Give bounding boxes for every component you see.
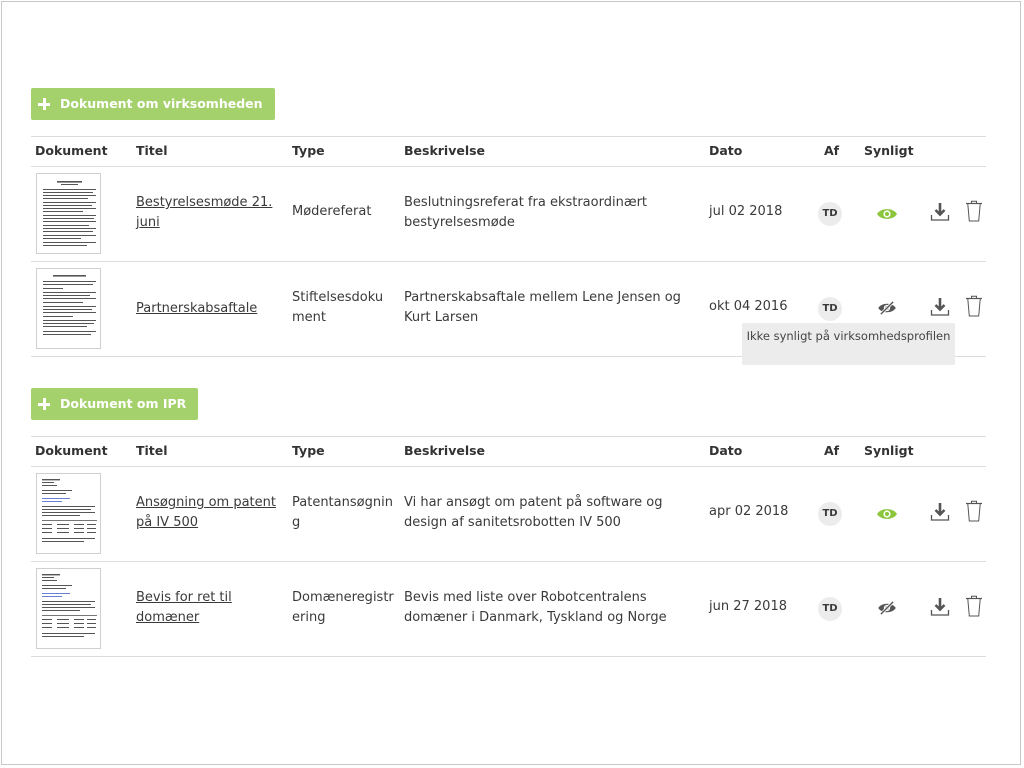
col-by: Af <box>824 143 840 158</box>
add-ipr-document-button[interactable]: Dokument om IPR <box>31 388 199 420</box>
table-header: Dokument Titel Type Beskrivelse Dato Af … <box>31 136 986 167</box>
document-title-link[interactable]: Ansøgning om patent på IV 500 <box>136 495 276 530</box>
trash-icon[interactable] <box>965 595 983 617</box>
document-title-link[interactable]: Bevis for ret til domæner <box>136 590 232 625</box>
document-thumbnail[interactable] <box>36 173 101 254</box>
avatar: TD <box>818 202 842 226</box>
col-title: Titel <box>136 143 168 158</box>
document-thumbnail[interactable] <box>36 568 101 649</box>
add-button-label: Dokument om virksomheden <box>60 96 263 111</box>
table-row: Ansøgning om patent på IV 500 Patentansø… <box>31 467 986 562</box>
document-date: jul 02 2018 <box>709 204 783 219</box>
document-type: Mødereferat <box>292 204 372 219</box>
plus-icon <box>38 398 50 410</box>
documents-table: Dokument Titel Type Beskrivelse Dato Af … <box>31 436 986 657</box>
col-visible: Synligt <box>864 143 914 158</box>
document-thumbnail[interactable] <box>36 268 101 349</box>
eye-off-icon[interactable] <box>876 601 898 615</box>
avatar: TD <box>818 597 842 621</box>
add-company-document-button[interactable]: Dokument om virksomheden <box>31 88 275 120</box>
document-title-link[interactable]: Bestyrelsesmøde 21. juni <box>136 195 272 230</box>
col-by: Af <box>824 443 840 458</box>
trash-icon[interactable] <box>965 500 983 522</box>
col-visible: Synligt <box>864 443 914 458</box>
col-description: Beskrivelse <box>404 143 486 158</box>
document-date: apr 02 2018 <box>709 504 789 519</box>
add-button-label: Dokument om IPR <box>60 396 187 411</box>
document-description: Vi har ansøgt om patent på software og d… <box>404 495 663 530</box>
table-row: Bevis for ret til domæner Domæneregistre… <box>31 562 986 657</box>
col-description: Beskrivelse <box>404 443 486 458</box>
col-document: Dokument <box>35 443 108 458</box>
document-description: Beslutningsreferat fra ekstraordinært be… <box>404 195 648 230</box>
document-type: Domæneregistrering <box>292 590 394 625</box>
table-row: Bestyrelsesmøde 21. juni Mødereferat Bes… <box>31 167 986 262</box>
col-date: Dato <box>709 143 743 158</box>
col-date: Dato <box>709 443 743 458</box>
plus-icon <box>38 98 50 110</box>
document-type: Stiftelsesdokument <box>292 290 384 325</box>
document-type: Patentansøgning <box>292 495 393 530</box>
eye-icon[interactable] <box>876 207 898 221</box>
col-document: Dokument <box>35 143 108 158</box>
document-title-link[interactable]: Partnerskabsaftale <box>136 301 257 316</box>
avatar: TD <box>818 502 842 526</box>
trash-icon[interactable] <box>965 200 983 222</box>
download-icon[interactable] <box>930 502 950 522</box>
avatar: TD <box>818 297 842 321</box>
download-icon[interactable] <box>930 297 950 317</box>
download-icon[interactable] <box>930 202 950 222</box>
col-type: Type <box>292 443 325 458</box>
document-description: Partnerskabsaftale mellem Lene Jensen og… <box>404 290 681 325</box>
document-description: Bevis med liste over Robotcentralens dom… <box>404 590 667 625</box>
trash-icon[interactable] <box>965 295 983 317</box>
download-icon[interactable] <box>930 597 950 617</box>
eye-off-icon[interactable] <box>876 301 898 315</box>
document-thumbnail[interactable] <box>36 473 101 554</box>
eye-icon[interactable] <box>876 507 898 521</box>
document-date: jun 27 2018 <box>709 599 787 614</box>
col-title: Titel <box>136 443 168 458</box>
table-header: Dokument Titel Type Beskrivelse Dato Af … <box>31 436 986 467</box>
col-type: Type <box>292 143 325 158</box>
document-date: okt 04 2016 <box>709 299 788 314</box>
visibility-tooltip: Ikke synligt på virksomhedsprofilen <box>742 323 955 365</box>
